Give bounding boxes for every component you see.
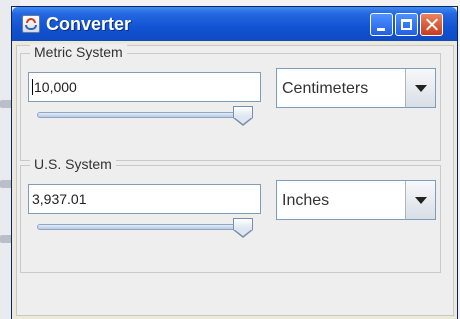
us-system-group: U.S. System 3,937.01 Inches [20,156,441,273]
maximize-button[interactable] [395,13,418,36]
slider-thumb-tip-fill [234,117,252,124]
text-caret [32,79,33,95]
minimize-button[interactable] [370,13,393,36]
chevron-down-icon[interactable] [405,69,435,107]
java-icon[interactable] [22,15,40,33]
us-unit-select[interactable]: Inches [276,180,436,220]
metric-value-text: 10,000 [34,79,77,95]
metric-system-group: Metric System 10,000 Centimeters [20,44,441,161]
metric-unit-select[interactable]: Centimeters [276,68,436,108]
us-slider-track[interactable] [37,224,247,230]
us-value-text: 3,937.01 [32,191,87,207]
close-button[interactable] [420,13,443,36]
us-system-label: U.S. System [30,156,116,172]
converter-window: Converter Metric System 10,000 Centimete… [11,6,458,319]
title-bar[interactable]: Converter [12,7,457,41]
metric-unit-selected: Centimeters [282,80,369,97]
chevron-down-icon[interactable] [405,181,435,219]
us-unit-selected: Inches [282,192,330,209]
slider-thumb-tip-fill [234,229,252,236]
us-slider-thumb[interactable] [233,218,255,240]
window-title: Converter [46,14,132,34]
metric-slider-track[interactable] [37,112,247,118]
metric-system-label: Metric System [30,44,127,60]
us-value-field[interactable]: 3,937.01 [28,184,261,214]
metric-slider-thumb[interactable] [233,106,255,128]
metric-value-field[interactable]: 10,000 [28,72,261,102]
